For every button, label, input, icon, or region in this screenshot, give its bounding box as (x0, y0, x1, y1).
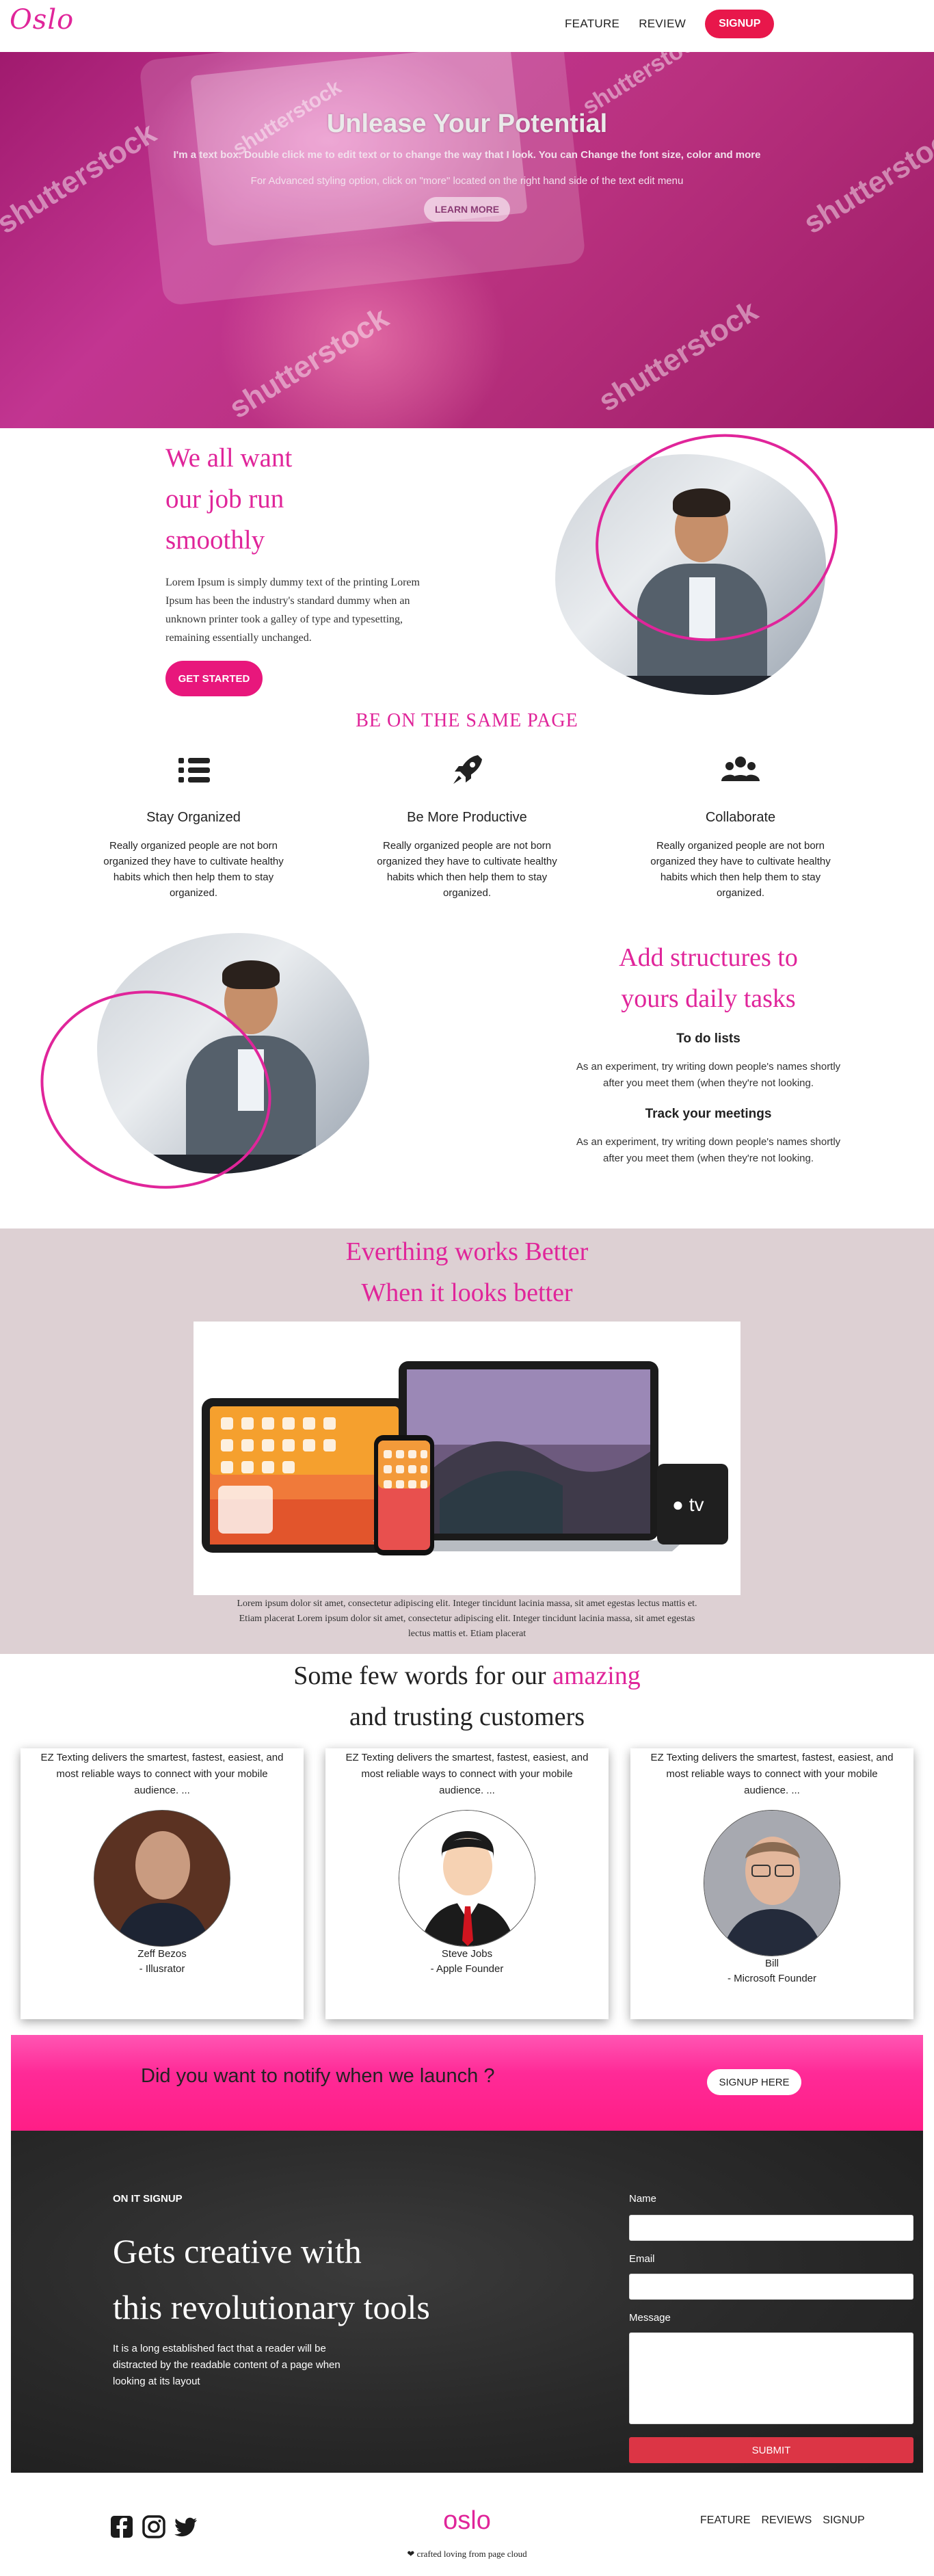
job-text: Lorem Ipsum is simply dummy text of the … (165, 577, 420, 644)
testimonial-card: EZ Texting delivers the smartest, fastes… (630, 1748, 913, 2019)
nav-signup-button[interactable]: SIGNUP (705, 10, 775, 38)
submit-button[interactable]: SUBMIT (629, 2437, 913, 2463)
todo-title: To do lists (676, 1031, 740, 1046)
testimonial-card: EZ Texting delivers the smartest, fastes… (21, 1748, 304, 2019)
signup-title-line: this revolutionary tools (113, 2288, 430, 2326)
testimonial-card: EZ Texting delivers the smartest, fastes… (325, 1748, 609, 2019)
nav-link-review[interactable]: REVIEW (639, 17, 686, 31)
testimonials-title: Some few words for our amazing and trust… (0, 1655, 934, 1737)
hero-text: I'm a text box. Double click me to edit … (173, 149, 761, 161)
learn-more-button[interactable]: LEARN MORE (424, 197, 510, 222)
feature-title: Collaborate (705, 810, 776, 825)
job-heading: We all want our job run smoothly (165, 438, 292, 561)
apple-icon: ● (672, 1494, 684, 1515)
testimonial-name: Zeff Bezos (137, 1948, 187, 1960)
footer-link-signup[interactable]: SIGNUP (823, 2514, 864, 2527)
users-icon (720, 750, 761, 791)
testimonial-text: EZ Texting delivers the smartest, fastes… (650, 1752, 894, 1796)
testimonial-name: Steve Jobs (441, 1948, 493, 1960)
avatar (94, 1810, 230, 1947)
feature-title: Be More Productive (407, 810, 527, 825)
person-hair (222, 960, 280, 989)
message-field[interactable] (629, 2332, 913, 2424)
footer-links: FEATURE REVIEWS SIGNUP (700, 2514, 865, 2527)
feature-text: Really organized people are not born org… (650, 840, 831, 899)
avatar (704, 1810, 840, 1956)
logo[interactable]: Oslo (10, 4, 74, 36)
testimonial-role: - Microsoft Founder (727, 1973, 817, 1984)
hero-subtext: For Advanced styling option, click on "m… (250, 175, 684, 187)
signup-kicker: ON IT SIGNUP (113, 2193, 183, 2205)
navbar: Oslo FEATURE REVIEW SIGNUP (0, 0, 934, 52)
feature-card: Collaborate Really organized people are … (638, 750, 843, 901)
hero-title: Unlease Your Potential (326, 109, 608, 138)
job-heading-line: We all want (165, 443, 293, 473)
footer-credit: ❤ crafted loving from page cloud (0, 2549, 934, 2560)
hero-watermark: shutterstock (592, 293, 764, 419)
tv-label: tv (689, 1494, 704, 1515)
job-heading-line: our job run (165, 484, 284, 514)
name-field[interactable] (629, 2215, 913, 2241)
devices-image: ● tv (194, 1322, 740, 1595)
testimonial-role: - Apple Founder (430, 1963, 504, 1975)
todo-text: As an experiment, try writing down peopl… (576, 1061, 841, 1089)
feature-card: Stay Organized Really organized people a… (91, 750, 296, 901)
email-label: Email (629, 2253, 655, 2265)
name-label: Name (629, 2193, 657, 2205)
notify-banner: Did you want to notify when we launch ? … (11, 2035, 923, 2131)
list-icon (173, 750, 214, 791)
footer-link-reviews[interactable]: REVIEWS (761, 2514, 812, 2527)
get-started-button[interactable]: GET STARTED (165, 661, 263, 696)
footer-credit-text: crafted loving from page cloud (416, 2549, 527, 2559)
structures-title-line: Add structures to (619, 943, 798, 972)
email-field[interactable] (629, 2274, 913, 2300)
feature-text: Really organized people are not born org… (377, 840, 557, 899)
nav-link-feature[interactable]: FEATURE (565, 17, 619, 31)
testimonial-name: Bill (764, 1958, 779, 1969)
structures-title-line: yours daily tasks (621, 984, 796, 1013)
better-title: Everthing works Better When it looks bet… (0, 1231, 934, 1313)
testimonial-role: - Illusrator (139, 1963, 185, 1975)
feature-text: Really organized people are not born org… (103, 840, 284, 899)
hero-section: shutterstock shutterstock shutterstock s… (0, 52, 934, 428)
meetings-title: Track your meetings (645, 1107, 772, 1121)
feature-card: Be More Productive Really organized peop… (364, 750, 570, 901)
rocket-icon (446, 750, 488, 791)
heart-icon: ❤ (407, 2549, 415, 2559)
testimonial-text: EZ Texting delivers the smartest, fastes… (40, 1752, 284, 1796)
feature-title: Stay Organized (146, 810, 241, 825)
footer-link-feature[interactable]: FEATURE (700, 2514, 750, 2527)
structures-title: Add structures to yours daily tasks (565, 937, 852, 1019)
apple-tv-label: ● tv (672, 1494, 704, 1516)
message-label: Message (629, 2312, 671, 2324)
photo-caption: ock (562, 679, 581, 690)
testimonials-title-line: and trusting customers (349, 1703, 585, 1731)
signup-here-button[interactable]: SIGNUP HERE (707, 2069, 801, 2095)
notify-text: Did you want to notify when we launch ? (141, 2065, 495, 2087)
avatar (399, 1810, 535, 1947)
nav-links: FEATURE REVIEW SIGNUP (565, 10, 775, 38)
testimonial-text: EZ Texting delivers the smartest, fastes… (345, 1752, 589, 1796)
meetings-text: As an experiment, try writing down peopl… (576, 1136, 841, 1164)
signup-title-line: Gets creative with (113, 2232, 362, 2270)
job-heading-line: smoothly (165, 525, 265, 555)
signup-text: It is a long established fact that a rea… (113, 2343, 341, 2387)
better-title-line: When it looks better (361, 1278, 573, 1307)
hero-watermark: shutterstock (223, 300, 395, 425)
better-title-line: Everthing works Better (345, 1237, 589, 1266)
testimonials-title-plain: Some few words for our (293, 1661, 546, 1690)
testimonials-title-accent: amazing (552, 1661, 641, 1690)
same-page-title: BE ON THE SAME PAGE (356, 710, 578, 731)
better-text: Lorem ipsum dolor sit amet, consectetur … (237, 1599, 697, 1639)
signup-title: Gets creative with this revolutionary to… (113, 2223, 430, 2335)
testimonials-title-line: Some few words for our amazing (0, 1655, 934, 1696)
photo-caption-bar: ock (555, 676, 826, 695)
